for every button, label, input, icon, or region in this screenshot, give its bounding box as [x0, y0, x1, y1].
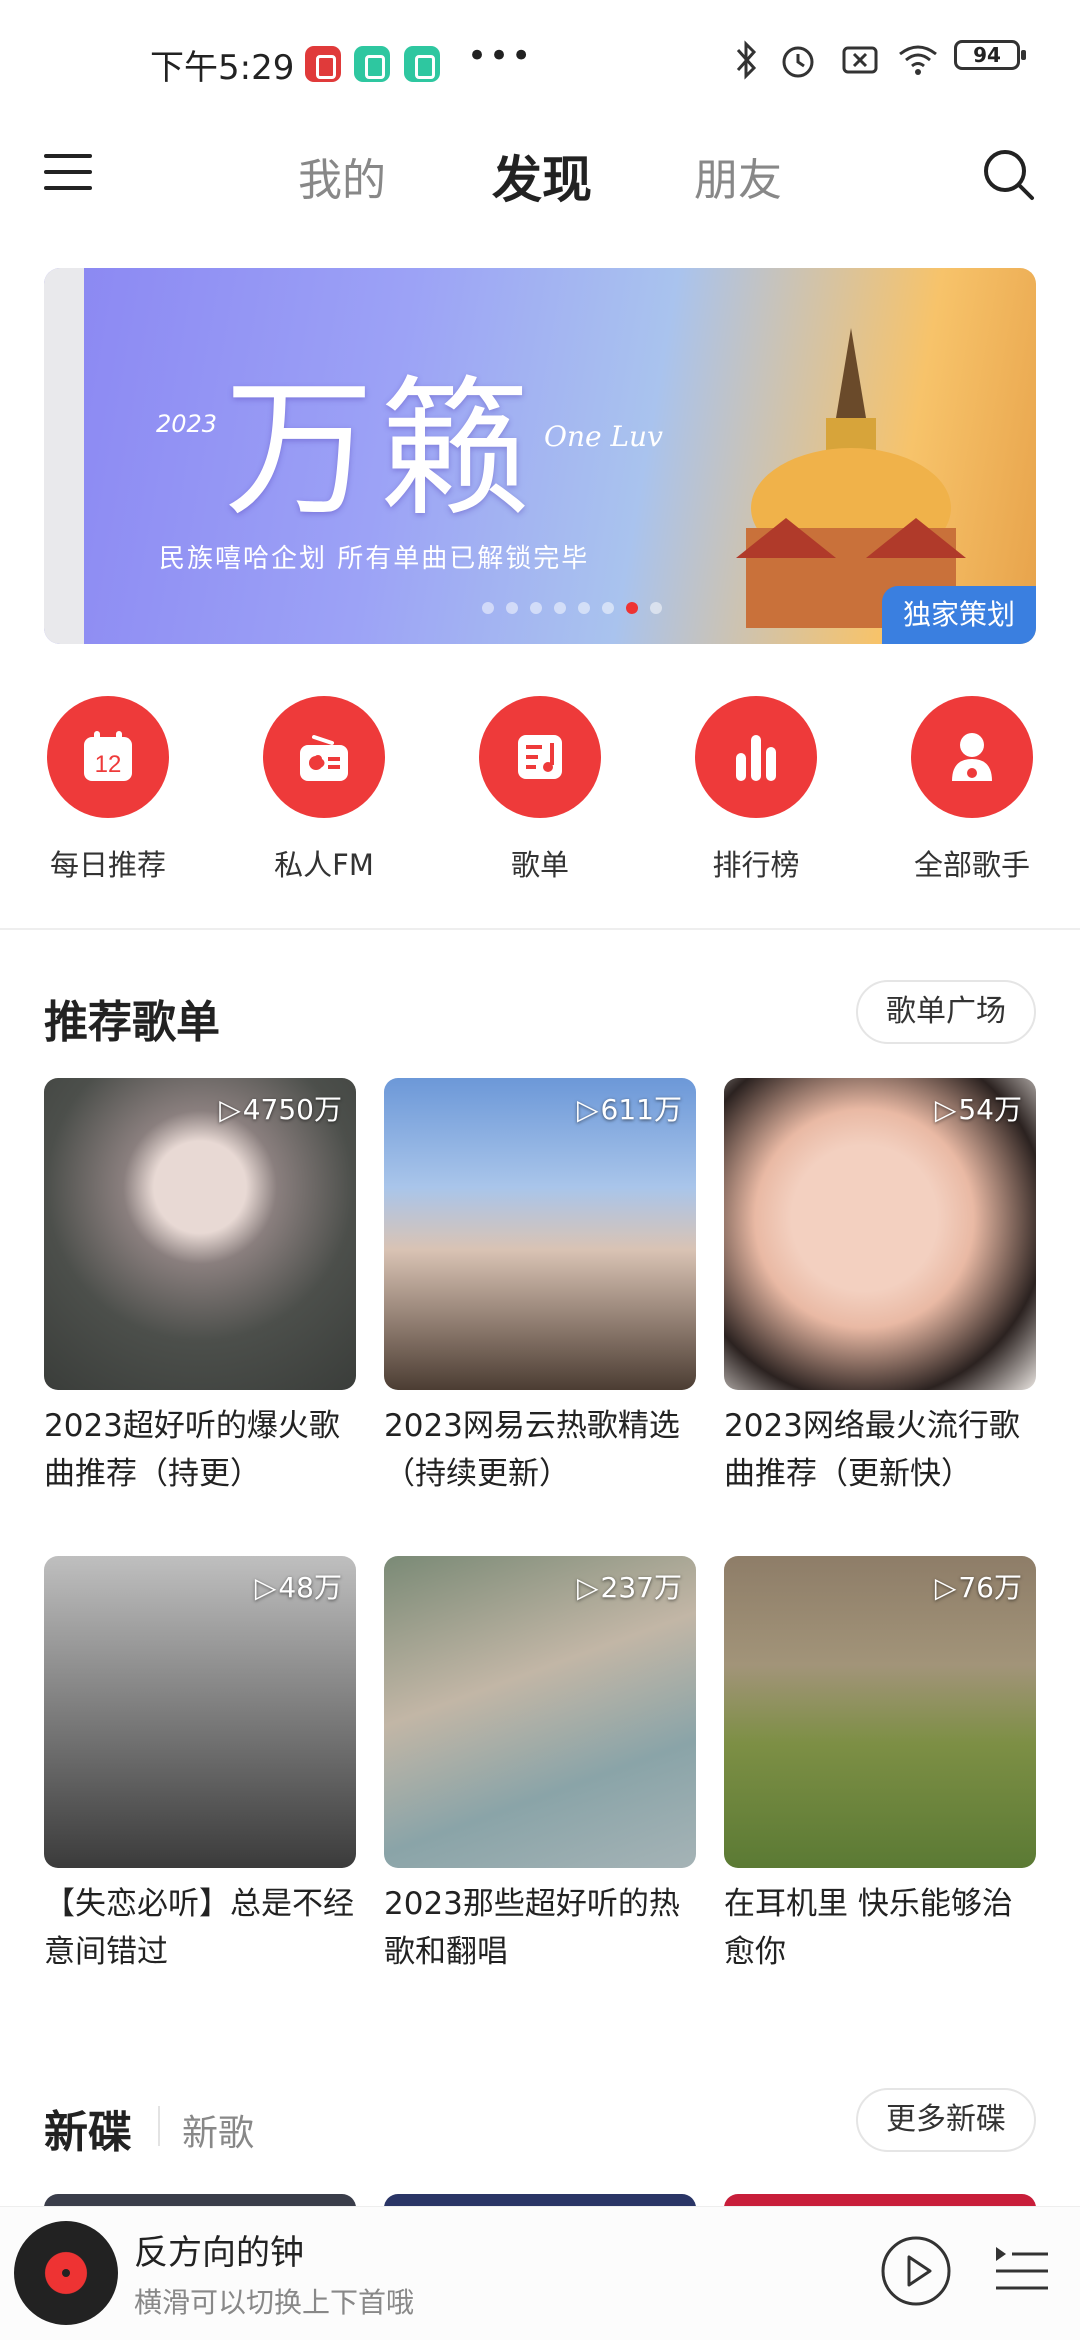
alarm-icon	[782, 46, 814, 78]
promo-banner[interactable]: 2023 万籁 One Luv 民族嘻哈企划 所有单曲已解锁完毕 独家策划	[44, 268, 1036, 644]
more-notifications-icon: •••	[467, 36, 534, 76]
quick-entry-label: 全部歌手	[913, 848, 1030, 882]
playlist-card[interactable]: 76万 在耳机里 快乐能够治愈你	[724, 1556, 1036, 1976]
playlist-title: 2023超好听的爆火歌曲推荐（持更）	[44, 1408, 340, 1492]
play-count: 48万	[255, 1566, 342, 1606]
quick-entry-label: 歌单	[510, 848, 569, 882]
app-notification-icon	[354, 46, 390, 82]
singer-icon	[952, 733, 992, 781]
quick-entry-label: 私人FM	[274, 848, 374, 882]
playlist-title: 【失恋必听】总是不经意间错过	[44, 1886, 354, 1970]
now-playing-title: 反方向的钟	[134, 2233, 304, 2273]
wifi-icon	[899, 45, 937, 75]
status-time: 下午5:29	[150, 48, 295, 88]
status-bar: 下午5:29 ••• 94	[0, 0, 1080, 120]
album-disc[interactable]	[14, 2221, 118, 2325]
svg-text:12: 12	[95, 751, 122, 778]
search-icon[interactable]	[980, 146, 1038, 204]
mini-player[interactable]: 反方向的钟 横滑可以切换上下首哦	[0, 2206, 1080, 2340]
radio-icon	[300, 735, 348, 781]
banner-year: 2023	[156, 410, 218, 438]
app-notification-icon	[404, 46, 440, 82]
playlist-cover: 54万	[724, 1078, 1036, 1390]
top-nav: 我的 发现 朋友	[0, 120, 1080, 230]
daily-recommend-button[interactable]: 12 每日推荐	[18, 696, 198, 884]
all-singers-button[interactable]: 全部歌手	[882, 696, 1062, 884]
quick-entries: 12 每日推荐 私人FM 歌单 排行榜 全部歌手	[0, 696, 1080, 896]
tab-mine[interactable]: 我的	[298, 144, 386, 208]
new-songs-tab[interactable]: 新歌	[182, 2104, 254, 2156]
tab-friends[interactable]: 朋友	[694, 144, 782, 208]
playlist-cover: 76万	[724, 1556, 1036, 1868]
calendar-icon: 12	[84, 731, 132, 781]
play-count: 4750万	[219, 1088, 342, 1128]
quick-entry-label: 每日推荐	[49, 848, 166, 882]
recommended-title: 推荐歌单	[44, 997, 220, 1048]
menu-icon[interactable]	[44, 152, 92, 192]
chart-bars-icon	[736, 735, 776, 781]
play-count: 76万	[935, 1566, 1022, 1606]
playlist-card[interactable]: 54万 2023网络最火流行歌曲推荐（更新快）	[724, 1078, 1036, 1498]
playlist-icon	[518, 735, 562, 779]
banner-ticket-strip	[44, 268, 84, 644]
playlist-cover: 4750万	[44, 1078, 356, 1390]
now-playing-hint: 横滑可以切换上下首哦	[134, 2286, 415, 2319]
tab-separator	[158, 2106, 160, 2146]
play-count: 237万	[577, 1566, 682, 1606]
temple-illustration	[736, 328, 966, 628]
battery-indicator: 94	[954, 40, 1026, 70]
netease-notification-icon	[305, 46, 341, 82]
playlist-square-button[interactable]: 歌单广场	[856, 980, 1036, 1044]
banner-badge: 独家策划	[882, 586, 1036, 644]
playlist-card[interactable]: 48万 【失恋必听】总是不经意间错过	[44, 1556, 356, 1976]
playlist-card[interactable]: 237万 2023那些超好听的热歌和翻唱	[384, 1556, 696, 1976]
play-count: 54万	[935, 1088, 1022, 1128]
playlist-card[interactable]: 4750万 2023超好听的爆火歌曲推荐（持更）	[44, 1078, 356, 1498]
sim-off-icon	[842, 46, 878, 74]
playlist-title: 在耳机里 快乐能够治愈你	[724, 1886, 1013, 1970]
section-divider	[0, 928, 1080, 930]
private-fm-button[interactable]: 私人FM	[234, 696, 414, 884]
playlist-title: 2023网易云热歌精选（持续更新）	[384, 1408, 680, 1492]
ranking-button[interactable]: 排行榜	[666, 696, 846, 884]
playlist-title: 2023那些超好听的热歌和翻唱	[384, 1886, 680, 1970]
play-button[interactable]	[880, 2235, 952, 2307]
tab-discover[interactable]: 发现	[492, 140, 592, 212]
banner-title: 万籁	[224, 363, 537, 537]
playlist-queue-icon[interactable]	[994, 2243, 1050, 2299]
bluetooth-icon	[736, 40, 757, 80]
more-new-discs-button[interactable]: 更多新碟	[856, 2088, 1036, 2152]
playlist-card[interactable]: 611万 2023网易云热歌精选（持续更新）	[384, 1078, 696, 1498]
banner-pagination	[476, 599, 668, 618]
banner-tagline: 民族嘻哈企划 所有单曲已解锁完毕	[159, 544, 590, 574]
banner-subtitle: One Luv	[544, 420, 663, 453]
playlist-cover: 611万	[384, 1078, 696, 1390]
new-disc-tab[interactable]: 新碟	[44, 2096, 132, 2160]
playlist-title: 2023网络最火流行歌曲推荐（更新快）	[724, 1408, 1020, 1492]
play-count: 611万	[577, 1088, 682, 1128]
playlist-button[interactable]: 歌单	[450, 696, 630, 884]
playlist-cover: 237万	[384, 1556, 696, 1868]
quick-entry-label: 排行榜	[712, 848, 800, 882]
playlist-cover: 48万	[44, 1556, 356, 1868]
